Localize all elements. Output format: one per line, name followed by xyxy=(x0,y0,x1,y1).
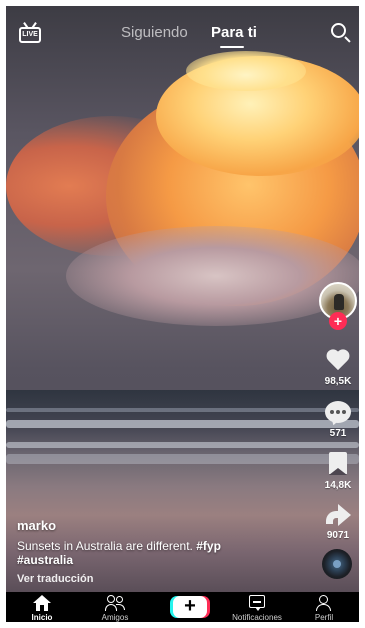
avatar-figure xyxy=(334,294,344,310)
comment-button[interactable]: 571 xyxy=(316,400,359,439)
like-button[interactable]: 98,5K xyxy=(316,348,359,387)
wave xyxy=(6,408,359,412)
nav-item-notifications[interactable]: Notificaciones xyxy=(222,594,292,622)
share-count: 9071 xyxy=(326,530,350,541)
save-count: 14,8K xyxy=(324,480,352,491)
hashtag-link[interactable]: #australia xyxy=(17,553,73,567)
create-button[interactable]: + xyxy=(170,596,210,618)
share-button[interactable]: 9071 xyxy=(316,502,359,541)
save-button[interactable]: 14,8K xyxy=(316,452,359,491)
see-translation-link[interactable]: Ver traducción xyxy=(17,573,307,585)
cloud-shape xyxy=(186,51,306,91)
like-count: 98,5K xyxy=(324,376,352,387)
active-tab-indicator xyxy=(220,46,244,48)
create-icon: + xyxy=(173,596,207,618)
follow-button[interactable]: + xyxy=(329,312,347,330)
video-feed-screen: LIVE Siguiendo Para ti + 98,5K 571 14,8K… xyxy=(6,6,359,622)
inbox-icon xyxy=(246,594,268,612)
bookmark-icon xyxy=(329,452,347,475)
video-player[interactable] xyxy=(6,6,359,592)
nav-label: Perfil xyxy=(314,613,334,622)
tab-for-you[interactable]: Para ti xyxy=(211,24,257,41)
bottom-nav: Inicio Amigos + Notificaciones Perfil xyxy=(6,592,359,622)
music-disc-icon[interactable] xyxy=(322,549,352,579)
nav-item-profile[interactable]: Perfil xyxy=(289,594,359,622)
nav-item-friends[interactable]: Amigos xyxy=(80,594,150,622)
comment-dots xyxy=(330,410,346,414)
feed-tabs: Siguiendo Para ti xyxy=(116,24,266,50)
search-icon[interactable] xyxy=(330,22,352,44)
comment-count: 571 xyxy=(329,428,347,439)
wave xyxy=(6,442,359,448)
cloud-shape xyxy=(66,226,359,326)
top-bar: LIVE Siguiendo Para ti xyxy=(6,6,359,56)
share-icon xyxy=(326,504,352,526)
heart-icon xyxy=(326,350,350,372)
video-caption: marko Sunsets in Australia are different… xyxy=(17,518,307,585)
video-description: Sunsets in Australia are different. #fyp… xyxy=(17,539,307,567)
nav-label: Amigos xyxy=(101,613,129,622)
profile-icon xyxy=(313,594,335,612)
tab-following[interactable]: Siguiendo xyxy=(121,24,188,41)
live-label: LIVE xyxy=(22,31,38,38)
wave xyxy=(6,420,359,428)
hashtag-link[interactable]: #fyp xyxy=(196,539,221,553)
nav-label: Notificaciones xyxy=(232,613,282,622)
nav-item-home[interactable]: Inicio xyxy=(7,594,77,622)
home-icon xyxy=(33,595,51,611)
friends-icon xyxy=(104,594,126,612)
creator-username[interactable]: marko xyxy=(17,518,307,533)
description-text: Sunsets in Australia are different. xyxy=(17,539,193,553)
nav-label: Inicio xyxy=(31,613,53,622)
wave xyxy=(6,454,359,464)
search-handle xyxy=(344,36,351,43)
live-button[interactable]: LIVE xyxy=(18,22,44,44)
search-ring xyxy=(331,23,346,38)
